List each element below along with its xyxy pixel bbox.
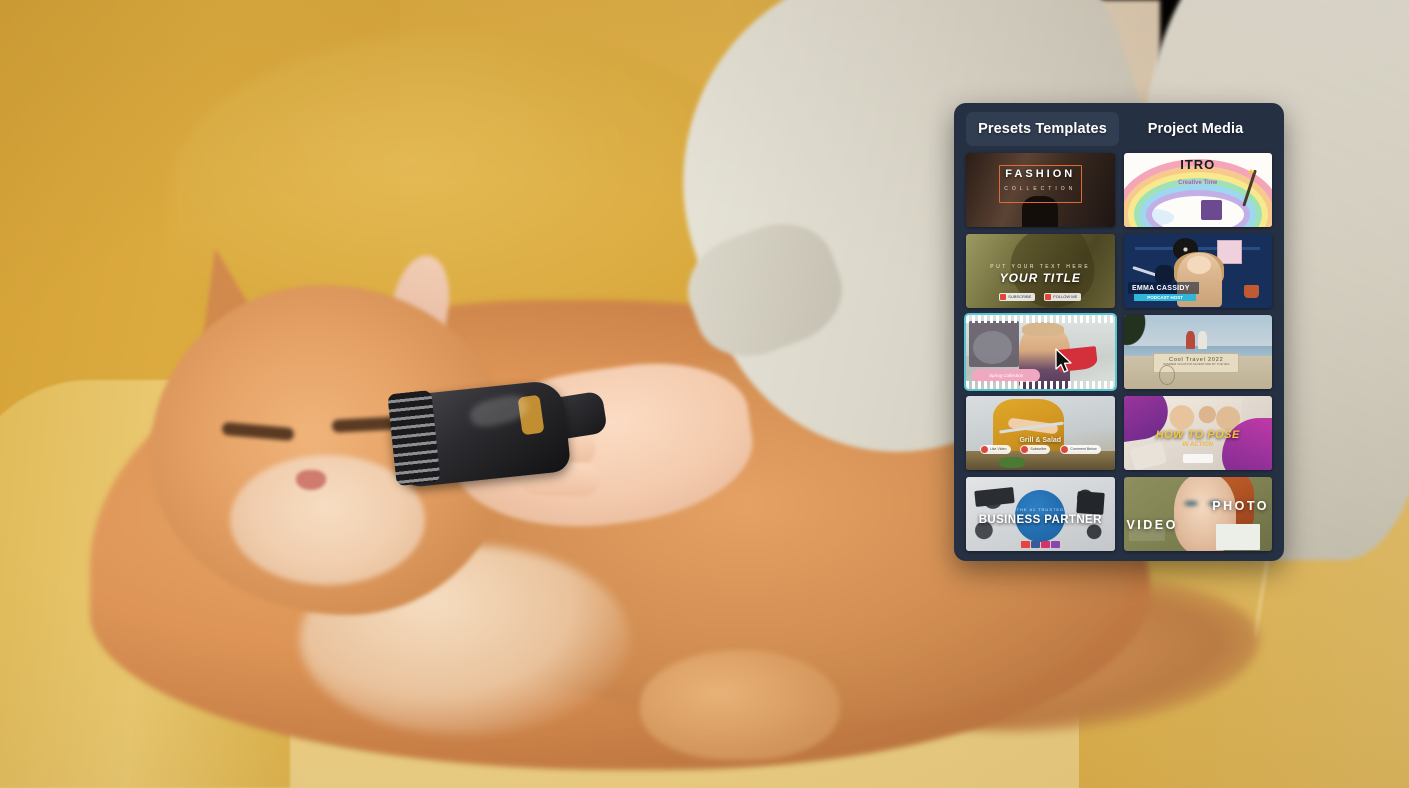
media-thumbnail[interactable]: Cool Travel 2022 SUMMER VACATION ADVENTU… bbox=[1123, 315, 1272, 389]
tab-presets-templates[interactable]: Presets Templates bbox=[966, 112, 1119, 146]
thumb-eye-left bbox=[1184, 500, 1198, 506]
template-thumbnail[interactable]: FASHION COLLECTION bbox=[966, 153, 1115, 227]
thumb-pill-label: Spring Collection bbox=[989, 372, 1024, 378]
thumb-role-bar: PODCAST HOST bbox=[1133, 293, 1197, 301]
comment-icon bbox=[1061, 445, 1069, 453]
grooming-tool-teeth bbox=[387, 389, 441, 487]
microphone-icon bbox=[1154, 265, 1174, 283]
thumb-chip: FOLLOW ME bbox=[1044, 292, 1082, 301]
thumb-chip-label: Comment Below bbox=[1070, 447, 1097, 452]
thumb-label-photo: PHOTO bbox=[1212, 499, 1270, 514]
thumb-chip-label: Like Video bbox=[989, 447, 1007, 452]
thumb-palm-tree bbox=[1123, 315, 1151, 351]
thumb-subtitle: Creative Time bbox=[1178, 179, 1218, 186]
thumb-person-hat bbox=[1022, 322, 1064, 336]
like-icon bbox=[980, 445, 988, 453]
thumb-mug bbox=[1243, 285, 1259, 298]
thumb-person bbox=[1185, 331, 1195, 350]
twitch-icon bbox=[1050, 541, 1060, 549]
thumb-stamp bbox=[1159, 365, 1176, 385]
subscribe-icon bbox=[1021, 445, 1029, 453]
thumb-label-video: VIDEO bbox=[1126, 518, 1178, 533]
media-thumbnail[interactable]: ✦ ITRO Creative Time bbox=[1123, 153, 1272, 227]
thumb-name-label: EMMA CASSIDY bbox=[1131, 284, 1190, 292]
thumb-zigzag-top bbox=[966, 315, 1115, 323]
thumb-white-card bbox=[1215, 524, 1261, 550]
thumb-smalltext: THE #1 TRUSTED bbox=[1016, 506, 1064, 512]
thumb-person bbox=[1197, 331, 1207, 350]
thumb-subtitle: IN ACTION bbox=[1182, 441, 1213, 448]
thumb-chip: Like Video bbox=[979, 444, 1011, 454]
panel-tabs: Presets Templates Project Media bbox=[966, 111, 1272, 147]
thumb-zigzag-bottom bbox=[966, 381, 1115, 389]
subscribe-icon bbox=[1000, 293, 1007, 300]
follow-icon bbox=[1045, 293, 1052, 300]
cat-paw bbox=[640, 650, 840, 760]
thumb-chip-label: SUBSCRIBE bbox=[1008, 294, 1032, 300]
cat-nose bbox=[296, 470, 326, 490]
thumb-chip-row: Like Video Subscribe Comment Below bbox=[966, 444, 1115, 454]
media-thumbnail[interactable]: HOW TO POSE IN ACTION bbox=[1123, 396, 1272, 470]
thumb-subtitle: COLLECTION bbox=[1004, 185, 1077, 192]
template-thumbnail[interactable]: THE #1 TRUSTED BUSINESS PARTNER bbox=[966, 477, 1115, 551]
template-thumbnail[interactable]: Grill & Salad Like Video Subscribe Comme… bbox=[966, 396, 1115, 470]
thumb-frame bbox=[998, 164, 1082, 204]
template-browser-panel: Presets Templates Project Media FASHION … bbox=[954, 103, 1284, 561]
template-thumbnail[interactable]: PUT YOUR TEXT HERE YOUR TITLE SUBSCRIBE … bbox=[966, 234, 1115, 308]
thumb-badge bbox=[1182, 454, 1213, 463]
facebook-icon bbox=[1030, 541, 1040, 549]
thumb-chip-row: SUBSCRIBE FOLLOW ME bbox=[966, 292, 1115, 301]
media-thumbnail[interactable]: EMMA CASSIDY PODCAST HOST bbox=[1123, 234, 1272, 308]
thumb-chip-label: FOLLOW ME bbox=[1053, 294, 1078, 300]
thumb-greens bbox=[998, 457, 1026, 468]
template-thumbnail-grid: FASHION COLLECTION ✦ ITRO Creative Time … bbox=[964, 153, 1272, 551]
tab-project-media[interactable]: Project Media bbox=[1119, 112, 1272, 146]
tab-presets-templates-label: Presets Templates bbox=[978, 121, 1107, 137]
thumb-circle-shape bbox=[973, 331, 1013, 364]
thumb-gift-icon bbox=[1200, 200, 1222, 220]
media-thumbnail[interactable]: PHOTO VIDEO bbox=[1123, 477, 1272, 551]
thumb-chip: SUBSCRIBE bbox=[999, 292, 1036, 301]
thumb-person-face bbox=[1187, 256, 1212, 274]
thumb-name-bar: EMMA CASSIDY bbox=[1127, 282, 1200, 294]
template-thumbnail-selected[interactable]: Spring Collection bbox=[964, 313, 1117, 391]
youtube-icon bbox=[1020, 541, 1030, 549]
instagram-icon bbox=[1040, 541, 1050, 549]
thumb-pretitle: PUT YOUR TEXT HERE bbox=[990, 263, 1091, 270]
thumb-social-icons bbox=[966, 541, 1115, 549]
star-icon: ✦ bbox=[1246, 167, 1256, 180]
thumb-chip-label: Subscribe bbox=[1030, 447, 1047, 452]
thumb-chip: Subscribe bbox=[1020, 444, 1051, 454]
screen: Presets Templates Project Media FASHION … bbox=[0, 0, 1409, 788]
thumb-pill-badge: Spring Collection bbox=[971, 369, 1041, 382]
tab-project-media-label: Project Media bbox=[1147, 121, 1244, 137]
thumb-chip: Comment Below bbox=[1060, 444, 1101, 454]
thumb-role-label: PODCAST HOST bbox=[1147, 294, 1183, 300]
thumb-red-shape bbox=[1057, 345, 1098, 372]
